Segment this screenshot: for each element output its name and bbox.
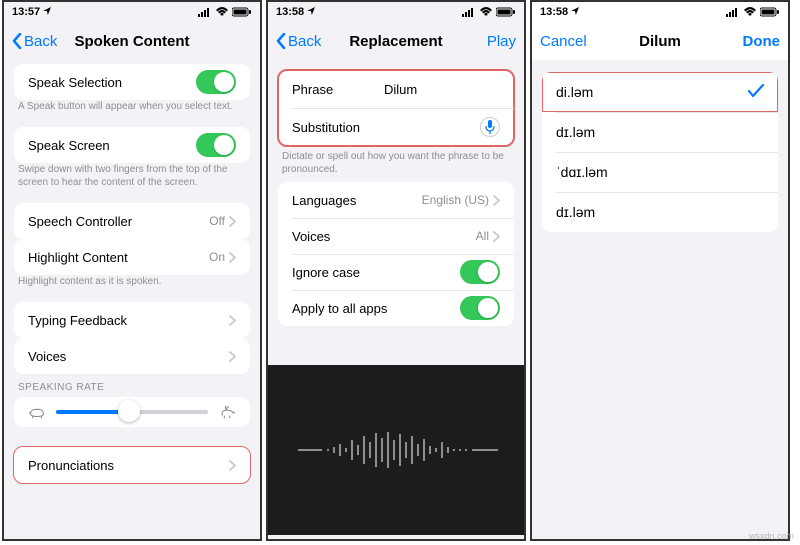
- chevron-left-icon: [12, 33, 22, 49]
- row-speaking-rate: [14, 397, 250, 427]
- hint-highlight-content: Highlight content as it is spoken.: [4, 275, 260, 294]
- option-0[interactable]: di.ləm: [542, 72, 778, 112]
- row-typing-feedback[interactable]: Typing Feedback: [14, 302, 250, 338]
- battery-icon: [760, 7, 780, 17]
- toggle-ignore-case[interactable]: [460, 260, 500, 284]
- navbar: Back Replacement Play: [268, 22, 524, 60]
- navbar: Cancel Dilum Done: [532, 22, 788, 60]
- wifi-icon: [743, 7, 757, 17]
- status-time: 13:58: [276, 6, 315, 18]
- phone-spoken-content: 13:57 Back Spoken Content Speak Selectio…: [2, 0, 262, 541]
- play-button[interactable]: Play: [466, 33, 516, 50]
- battery-icon: [496, 7, 516, 17]
- option-3[interactable]: dɪ.ləm: [542, 192, 778, 232]
- field-substitution[interactable]: Substitution: [278, 108, 514, 146]
- status-bar: 13:57: [4, 2, 260, 22]
- row-voices[interactable]: Voices: [14, 338, 250, 374]
- hint-speak-selection: A Speak button will appear when you sele…: [4, 100, 260, 119]
- row-pronunciations[interactable]: Pronunciations: [14, 447, 250, 483]
- status-indicators: [198, 6, 252, 18]
- signal-icon: [462, 7, 476, 17]
- chevron-right-icon: [493, 231, 500, 242]
- watermark: wsxdn.com: [749, 531, 794, 541]
- status-indicators: [462, 6, 516, 18]
- option-1[interactable]: dɪ.ləm: [542, 112, 778, 152]
- status-time: 13:58: [540, 6, 579, 18]
- battery-icon: [232, 7, 252, 17]
- hint-substitution: Dictate or spell out how you want the ph…: [268, 150, 524, 182]
- row-apply-all[interactable]: Apply to all apps: [278, 290, 514, 326]
- signal-icon: [198, 7, 212, 17]
- status-indicators: [726, 6, 780, 18]
- dictation-waveform: [268, 365, 524, 535]
- tortoise-icon: [28, 405, 46, 419]
- done-button[interactable]: Done: [730, 33, 780, 50]
- toggle-speak-selection[interactable]: [196, 70, 236, 94]
- navbar: Back Spoken Content: [4, 22, 260, 60]
- mic-icon: [485, 120, 495, 134]
- page-title: Spoken Content: [62, 33, 202, 50]
- chevron-left-icon: [276, 33, 286, 49]
- section-speaking-rate: SPEAKING RATE: [4, 374, 260, 397]
- row-ignore-case[interactable]: Ignore case: [278, 254, 514, 290]
- slider-speaking-rate[interactable]: [56, 410, 208, 414]
- phone-replacement: 13:58 Back Replacement Play Phrase Dilum…: [266, 0, 526, 541]
- chevron-right-icon: [229, 460, 236, 471]
- waveform-icon: [268, 430, 524, 470]
- row-voices-replacement[interactable]: Voices All: [278, 218, 514, 254]
- hare-icon: [218, 405, 236, 419]
- field-phrase[interactable]: Phrase Dilum: [278, 70, 514, 108]
- status-bar: 13:58: [532, 2, 788, 22]
- chevron-right-icon: [229, 351, 236, 362]
- chevron-right-icon: [229, 315, 236, 326]
- toggle-apply-all[interactable]: [460, 296, 500, 320]
- wifi-icon: [215, 7, 229, 17]
- location-icon: [307, 7, 315, 15]
- hint-speak-screen: Swipe down with two fingers from the top…: [4, 163, 260, 195]
- chevron-right-icon: [493, 195, 500, 206]
- row-highlight-content[interactable]: Highlight Content On: [14, 239, 250, 275]
- row-speech-controller[interactable]: Speech Controller Off: [14, 203, 250, 239]
- chevron-right-icon: [229, 216, 236, 227]
- back-button[interactable]: Back: [276, 33, 326, 50]
- signal-icon: [726, 7, 740, 17]
- chevron-right-icon: [229, 252, 236, 263]
- phone-pronunciation-options: 13:58 Cancel Dilum Done di.ləm dɪ.ləm ˈd…: [530, 0, 790, 541]
- page-title: Replacement: [326, 33, 466, 50]
- location-icon: [43, 7, 51, 15]
- status-time: 13:57: [12, 6, 51, 18]
- toggle-speak-screen[interactable]: [196, 133, 236, 157]
- row-languages[interactable]: Languages English (US): [278, 182, 514, 218]
- location-icon: [571, 7, 579, 15]
- page-title: Dilum: [590, 33, 730, 50]
- back-button[interactable]: Back: [12, 33, 62, 50]
- row-speak-selection[interactable]: Speak Selection: [14, 64, 250, 100]
- mic-button[interactable]: [480, 117, 500, 137]
- check-icon: [748, 84, 764, 101]
- wifi-icon: [479, 7, 493, 17]
- option-2[interactable]: ˈdɑɪ.ləm: [542, 152, 778, 192]
- status-bar: 13:58: [268, 2, 524, 22]
- row-speak-screen[interactable]: Speak Screen: [14, 127, 250, 163]
- cancel-button[interactable]: Cancel: [540, 33, 590, 50]
